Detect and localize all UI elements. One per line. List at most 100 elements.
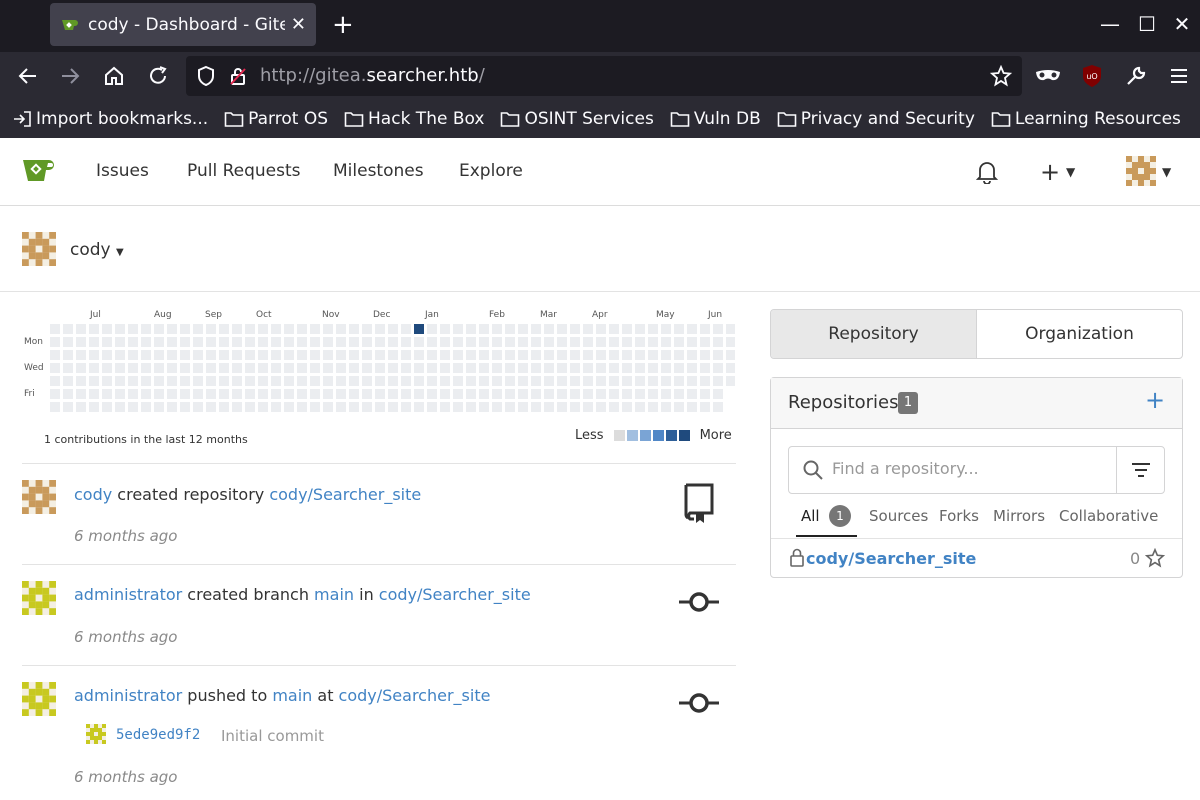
heatmap-cell xyxy=(635,350,645,360)
nav-milestones[interactable]: Milestones xyxy=(333,161,424,181)
legend-swatch xyxy=(626,430,638,441)
heatmap-cell xyxy=(193,363,203,373)
ublock-icon[interactable]: uO xyxy=(1078,62,1106,90)
heatmap-cell xyxy=(323,363,333,373)
minimize-icon[interactable]: — xyxy=(1098,12,1122,36)
close-tab-icon[interactable]: ✕ xyxy=(291,14,306,35)
filter-tab-sources[interactable]: Sources xyxy=(869,507,928,525)
bookmark-item[interactable]: Import bookmarks... xyxy=(12,109,208,129)
heatmap-cell xyxy=(388,402,398,412)
heatmap-cell xyxy=(245,350,255,360)
heatmap-cell xyxy=(635,337,645,347)
repo-link[interactable]: cody/Searcher_site xyxy=(806,549,976,568)
feed-repo-link[interactable]: cody/Searcher_site xyxy=(379,585,531,604)
private-mask-icon[interactable] xyxy=(1034,62,1062,90)
filter-tab-all[interactable]: All xyxy=(801,507,820,525)
context-user-switch[interactable]: cody ▼ xyxy=(70,240,124,260)
feed-actor-link[interactable]: administrator xyxy=(74,585,182,604)
heatmap-month-label: Sep xyxy=(205,310,222,320)
reload-icon[interactable] xyxy=(144,62,172,90)
bookmark-item[interactable]: Vuln DB xyxy=(670,109,761,129)
new-tab-icon[interactable]: + xyxy=(332,12,354,38)
wrench-icon[interactable] xyxy=(1122,62,1150,90)
heatmap-cell xyxy=(310,389,320,399)
browser-tab-title: cody - Dashboard - Gitea: Git with a cup… xyxy=(88,14,285,35)
heatmap-cell xyxy=(401,402,411,412)
avatar[interactable] xyxy=(22,480,56,514)
heatmap-cell xyxy=(453,337,463,347)
heatmap-cell xyxy=(167,337,177,347)
heatmap-legend: Less More xyxy=(575,428,732,443)
filter-tab-collaborative[interactable]: Collaborative xyxy=(1059,507,1158,525)
filter-tab-forks[interactable]: Forks xyxy=(939,507,979,525)
bell-icon[interactable] xyxy=(975,160,999,188)
heatmap-cell xyxy=(141,363,151,373)
insecure-lock-icon[interactable] xyxy=(224,62,252,90)
new-repo-plus-icon[interactable]: + xyxy=(1145,386,1165,414)
bookmark-item[interactable]: Parrot OS xyxy=(224,109,328,129)
heatmap-cell xyxy=(544,389,554,399)
shield-icon[interactable] xyxy=(192,62,220,90)
heatmap-cell xyxy=(310,350,320,360)
bookmark-item[interactable]: Learning Resources xyxy=(991,109,1181,129)
create-plus-icon[interactable]: + xyxy=(1040,160,1060,184)
heatmap-cell xyxy=(479,350,489,360)
feed-branch-link[interactable]: main xyxy=(314,585,354,604)
tab-organization[interactable]: Organization xyxy=(977,310,1182,358)
heatmap-cell xyxy=(115,350,125,360)
back-icon[interactable] xyxy=(14,62,42,90)
heatmap-cell xyxy=(661,337,671,347)
url-text[interactable]: http://gitea.searcher.htb/ xyxy=(260,65,485,86)
close-window-icon[interactable]: ✕ xyxy=(1170,12,1194,36)
heatmap-cell xyxy=(570,324,580,334)
heatmap-cell xyxy=(687,324,697,334)
heatmap-cell xyxy=(115,324,125,334)
heatmap-month-label: Jun xyxy=(708,310,723,320)
maximize-icon[interactable]: ☐ xyxy=(1135,12,1159,36)
feed-repo-link[interactable]: cody/Searcher_site xyxy=(339,686,491,705)
menu-icon[interactable] xyxy=(1165,62,1193,90)
feed-actor-link[interactable]: administrator xyxy=(74,686,182,705)
user-dropdown-icon[interactable]: ▼ xyxy=(1162,165,1171,179)
heatmap-cell xyxy=(167,324,177,334)
filter-icon xyxy=(1131,463,1150,477)
bookmark-item[interactable]: Privacy and Security xyxy=(777,109,975,129)
heatmap-cell xyxy=(583,402,593,412)
forward-icon[interactable] xyxy=(56,62,84,90)
heatmap-cell xyxy=(674,324,684,334)
commit-hash-link[interactable]: 5ede9ed9f2 xyxy=(116,727,200,743)
heatmap-cell xyxy=(388,376,398,386)
feed-actor-link[interactable]: cody xyxy=(74,485,112,504)
feed-branch-link[interactable]: main xyxy=(272,686,312,705)
avatar[interactable] xyxy=(22,682,56,716)
browser-tab[interactable]: cody - Dashboard - Gitea: Git with a cup… xyxy=(50,3,316,46)
search-input[interactable] xyxy=(832,459,1102,478)
nav-issues[interactable]: Issues xyxy=(96,161,149,181)
feed-repo-link[interactable]: cody/Searcher_site xyxy=(269,485,421,504)
filter-tab-mirrors[interactable]: Mirrors xyxy=(993,507,1045,525)
heatmap-cell xyxy=(336,350,346,360)
heatmap-cell xyxy=(635,324,645,334)
nav-explore[interactable]: Explore xyxy=(459,161,523,181)
heatmap-cell xyxy=(492,337,502,347)
heatmap-month-label: Jan xyxy=(425,310,439,320)
heatmap-cell xyxy=(258,363,268,373)
heatmap-cell xyxy=(661,350,671,360)
all-count-badge: 1 xyxy=(829,505,851,527)
tab-repository[interactable]: Repository xyxy=(771,310,977,358)
heatmap-cell xyxy=(336,402,346,412)
nav-pull-requests[interactable]: Pull Requests xyxy=(187,161,301,181)
heatmap-cell xyxy=(557,402,567,412)
bookmark-item[interactable]: Hack The Box xyxy=(344,109,484,129)
bookmark-item[interactable]: OSINT Services xyxy=(500,109,654,129)
avatar[interactable] xyxy=(22,581,56,615)
avatar[interactable] xyxy=(86,724,106,744)
filter-button[interactable] xyxy=(1116,447,1164,493)
home-icon[interactable] xyxy=(100,62,128,90)
user-avatar[interactable] xyxy=(22,232,56,266)
gitea-logo-icon[interactable] xyxy=(22,156,60,188)
bookmark-star-icon[interactable] xyxy=(987,62,1015,90)
avatar[interactable] xyxy=(1126,156,1156,186)
heatmap-cell xyxy=(674,389,684,399)
create-dropdown-icon[interactable]: ▼ xyxy=(1066,165,1075,179)
